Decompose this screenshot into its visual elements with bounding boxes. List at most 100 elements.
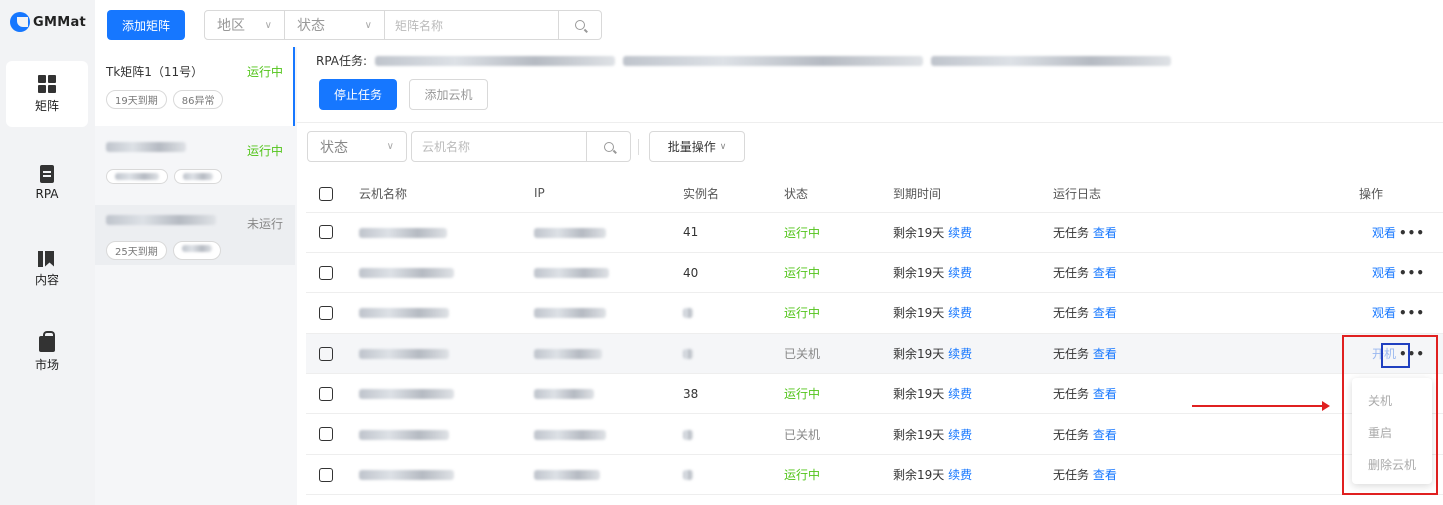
- col-ip: IP: [534, 175, 683, 213]
- log-text: 无任务: [1053, 306, 1090, 321]
- table-row[interactable]: 运行中 剩余19天 续费 无任务 查看 观看 •••: [306, 292, 1443, 334]
- table-row[interactable]: 38 运行中 剩余19天 续费 无任务 查看: [306, 373, 1443, 415]
- rpa-task-redacted: [623, 55, 924, 66]
- view-log-link[interactable]: 查看: [1093, 226, 1117, 240]
- row-checkbox[interactable]: [319, 427, 333, 442]
- col-ops: 操作: [1333, 175, 1443, 213]
- expire-text: 剩余19天: [893, 387, 945, 402]
- ip-redacted: [534, 268, 609, 279]
- view-log-link[interactable]: 查看: [1093, 347, 1117, 361]
- col-instance: 实例名: [683, 175, 784, 213]
- view-log-link[interactable]: 查看: [1093, 428, 1117, 442]
- more-icon[interactable]: •••: [1399, 266, 1425, 280]
- row-action-link[interactable]: 观看: [1372, 226, 1396, 240]
- add-cloud-button[interactable]: 添加云机: [409, 79, 488, 110]
- view-log-link[interactable]: 查看: [1093, 468, 1117, 482]
- col-log: 运行日志: [1053, 175, 1333, 213]
- more-icon[interactable]: •••: [1399, 226, 1425, 240]
- table-row[interactable]: 41 运行中 剩余19天 续费 无任务 查看 观看 •••: [306, 212, 1443, 253]
- cloud-search-box: 云机名称: [411, 131, 631, 162]
- status-filter-select[interactable]: 状态 ∨: [307, 131, 407, 162]
- ip-redacted: [534, 470, 600, 481]
- shopping-bag-icon: [39, 331, 55, 352]
- table-row[interactable]: 已关机 剩余19天 续费 无任务 查看 开机 •••: [306, 333, 1443, 375]
- menu-item-delete-cloud[interactable]: 删除云机: [1352, 448, 1432, 480]
- renew-link[interactable]: 续费: [948, 266, 972, 280]
- annotation-blue-box: [1381, 343, 1410, 368]
- more-icon[interactable]: •••: [1399, 306, 1425, 320]
- row-action-link[interactable]: 观看: [1372, 266, 1396, 280]
- table-row[interactable]: 运行中 剩余19天 续费 无任务 查看: [306, 454, 1443, 496]
- view-log-link[interactable]: 查看: [1093, 387, 1117, 401]
- rpa-label: RPA任务:: [316, 54, 368, 68]
- expire-text: 剩余19天: [893, 468, 945, 483]
- batch-ops-dropdown[interactable]: 批量操作 ∨: [649, 131, 745, 162]
- menu-item-shutdown[interactable]: 关机: [1352, 384, 1432, 416]
- cloud-name-redacted: [359, 470, 454, 481]
- search-button[interactable]: [559, 11, 601, 39]
- renew-link[interactable]: 续费: [948, 428, 972, 442]
- stop-task-button[interactable]: 停止任务: [319, 79, 397, 110]
- renew-link[interactable]: 续费: [948, 347, 972, 361]
- error-tag: [174, 169, 222, 184]
- nav-label: 市场: [34, 358, 59, 372]
- select-all-checkbox[interactable]: [319, 186, 333, 201]
- ip-redacted: [534, 227, 606, 238]
- row-checkbox[interactable]: [319, 225, 333, 240]
- more-actions-menu: 关机 重启 删除云机: [1352, 378, 1432, 484]
- log-text: 无任务: [1053, 468, 1090, 483]
- renew-link[interactable]: 续费: [948, 387, 972, 401]
- instance-redacted: [683, 308, 693, 319]
- add-matrix-button[interactable]: 添加矩阵: [107, 10, 185, 40]
- expire-text: 剩余19天: [893, 427, 945, 442]
- menu-item-restart[interactable]: 重启: [1352, 416, 1432, 448]
- view-log-link[interactable]: 查看: [1093, 266, 1117, 280]
- col-status: 状态: [784, 175, 893, 213]
- renew-link[interactable]: 续费: [948, 306, 972, 320]
- cloud-name-redacted: [359, 429, 449, 440]
- matrix-item[interactable]: 未运行 25天到期: [95, 205, 295, 265]
- nav-label: RPA: [35, 187, 59, 201]
- nav-item-rpa[interactable]: RPA: [6, 150, 88, 216]
- row-checkbox[interactable]: [319, 387, 333, 401]
- nav-label: 内容: [34, 272, 59, 287]
- status-select[interactable]: 状态 ∨: [285, 11, 385, 39]
- table-row[interactable]: 40 运行中 剩余19天 续费 无任务 查看 观看 •••: [306, 252, 1443, 294]
- region-select[interactable]: 地区 ∨: [205, 11, 285, 39]
- logo-icon: [10, 12, 30, 32]
- book-icon: [38, 250, 56, 267]
- chevron-down-icon: ∨: [386, 141, 394, 152]
- row-checkbox[interactable]: [319, 306, 333, 321]
- nav-item-matrix[interactable]: 矩阵: [6, 61, 88, 127]
- row-checkbox[interactable]: [319, 467, 333, 482]
- rpa-task-line: RPA任务:: [316, 52, 1172, 69]
- matrix-name-redacted: [106, 142, 186, 152]
- matrix-item[interactable]: 运行中: [95, 126, 295, 205]
- brand-name: GMMat: [33, 14, 87, 30]
- ip-redacted: [534, 429, 606, 440]
- table-row[interactable]: 已关机 剩余19天 续费 无任务 查看: [306, 413, 1443, 455]
- log-text: 无任务: [1053, 427, 1090, 442]
- matrix-name-input[interactable]: 矩阵名称: [385, 11, 559, 39]
- log-text: 无任务: [1053, 346, 1090, 361]
- renew-link[interactable]: 续费: [948, 468, 972, 482]
- region-select-label: 地区: [217, 18, 245, 34]
- renew-link[interactable]: 续费: [948, 226, 972, 240]
- nav-item-content[interactable]: 内容: [6, 236, 88, 302]
- table-header-row: 云机名称 IP 实例名 状态 到期时间 运行日志 操作: [306, 175, 1443, 213]
- annotation-arrow: [1192, 401, 1330, 411]
- instance-redacted: [683, 348, 693, 359]
- chevron-down-icon: ∨: [719, 141, 727, 152]
- nav-item-market[interactable]: 市场: [6, 320, 88, 386]
- row-checkbox[interactable]: [319, 346, 333, 361]
- expiry-tag: 25天到期: [106, 241, 167, 260]
- matrix-item[interactable]: Tk矩阵1（11号） 运行中 19天到期 86异常: [95, 47, 295, 126]
- search-icon: [603, 141, 614, 152]
- cloud-search-button[interactable]: [586, 132, 630, 161]
- cloud-name-input[interactable]: 云机名称: [412, 138, 586, 155]
- instance-name: 40: [683, 265, 699, 280]
- main-panel: RPA任务: 停止任务 添加云机 状态 ∨ 云机名称 批量操作 ∨ 云机名称 I…: [297, 47, 1443, 505]
- row-checkbox[interactable]: [319, 265, 333, 280]
- row-action-link[interactable]: 观看: [1372, 306, 1396, 320]
- view-log-link[interactable]: 查看: [1093, 306, 1117, 320]
